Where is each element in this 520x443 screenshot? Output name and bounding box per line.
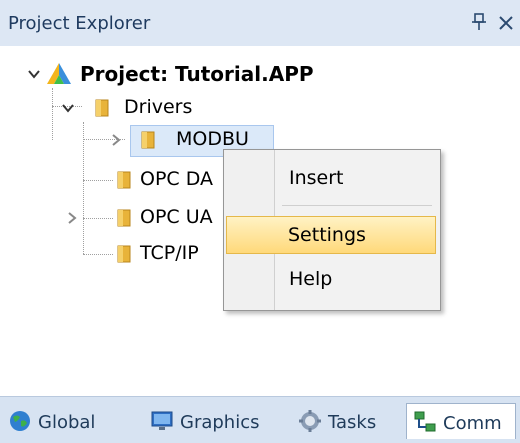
menu-item-label: Help <box>289 268 333 290</box>
folder-icon <box>116 208 134 228</box>
menu-item-label: Settings <box>288 224 366 246</box>
pin-icon[interactable] <box>470 12 488 32</box>
tab-label: Tasks <box>328 412 377 433</box>
context-menu: Insert Settings Help <box>223 149 441 311</box>
tab-label: Global <box>38 412 96 433</box>
bottom-tab-bar: Global Graphics Tasks Comm <box>0 396 520 443</box>
context-menu-settings[interactable]: Settings <box>226 216 436 254</box>
tree-node-label: OPC UA <box>140 206 213 228</box>
close-icon[interactable] <box>496 12 516 32</box>
folder-icon <box>116 244 134 264</box>
chevron-down-icon[interactable] <box>60 100 76 116</box>
project-explorer-panel: Project Explorer Project: Tutorial.APP D… <box>0 0 520 443</box>
chevron-right-icon[interactable] <box>64 210 80 226</box>
context-menu-help[interactable]: Help <box>226 260 436 298</box>
panel-header: Project Explorer <box>0 0 520 47</box>
menu-separator <box>282 205 432 206</box>
tree-node-drivers[interactable]: Drivers <box>0 94 520 122</box>
gear-icon <box>298 409 322 433</box>
tree-node-label: MODBU <box>176 128 249 150</box>
tab-label: Graphics <box>180 412 260 433</box>
tree-node-label: Project: Tutorial.APP <box>80 62 314 86</box>
globe-icon <box>8 409 32 433</box>
app-logo-icon <box>46 62 72 86</box>
folder-icon <box>94 98 112 118</box>
tree-node-label: TCP/IP <box>140 242 199 264</box>
tree-node-label: OPC DA <box>140 168 214 190</box>
folder-icon <box>116 170 134 190</box>
tab-label: Comm <box>443 413 502 434</box>
tab-comm[interactable]: Comm <box>406 403 516 439</box>
monitor-icon <box>150 409 174 433</box>
chevron-down-icon[interactable] <box>26 66 42 82</box>
menu-item-label: Insert <box>289 167 344 189</box>
tree-node-project[interactable]: Project: Tutorial.APP <box>0 60 520 88</box>
chevron-right-icon[interactable] <box>108 132 124 148</box>
context-menu-insert[interactable]: Insert <box>226 159 436 197</box>
tree-node-label: Drivers <box>124 96 193 118</box>
tab-tasks[interactable]: Tasks <box>296 403 396 439</box>
network-icon <box>413 410 437 434</box>
panel-title: Project Explorer <box>8 13 151 34</box>
tab-global[interactable]: Global <box>4 403 132 439</box>
tab-graphics[interactable]: Graphics <box>148 403 282 439</box>
folder-icon <box>140 130 158 150</box>
